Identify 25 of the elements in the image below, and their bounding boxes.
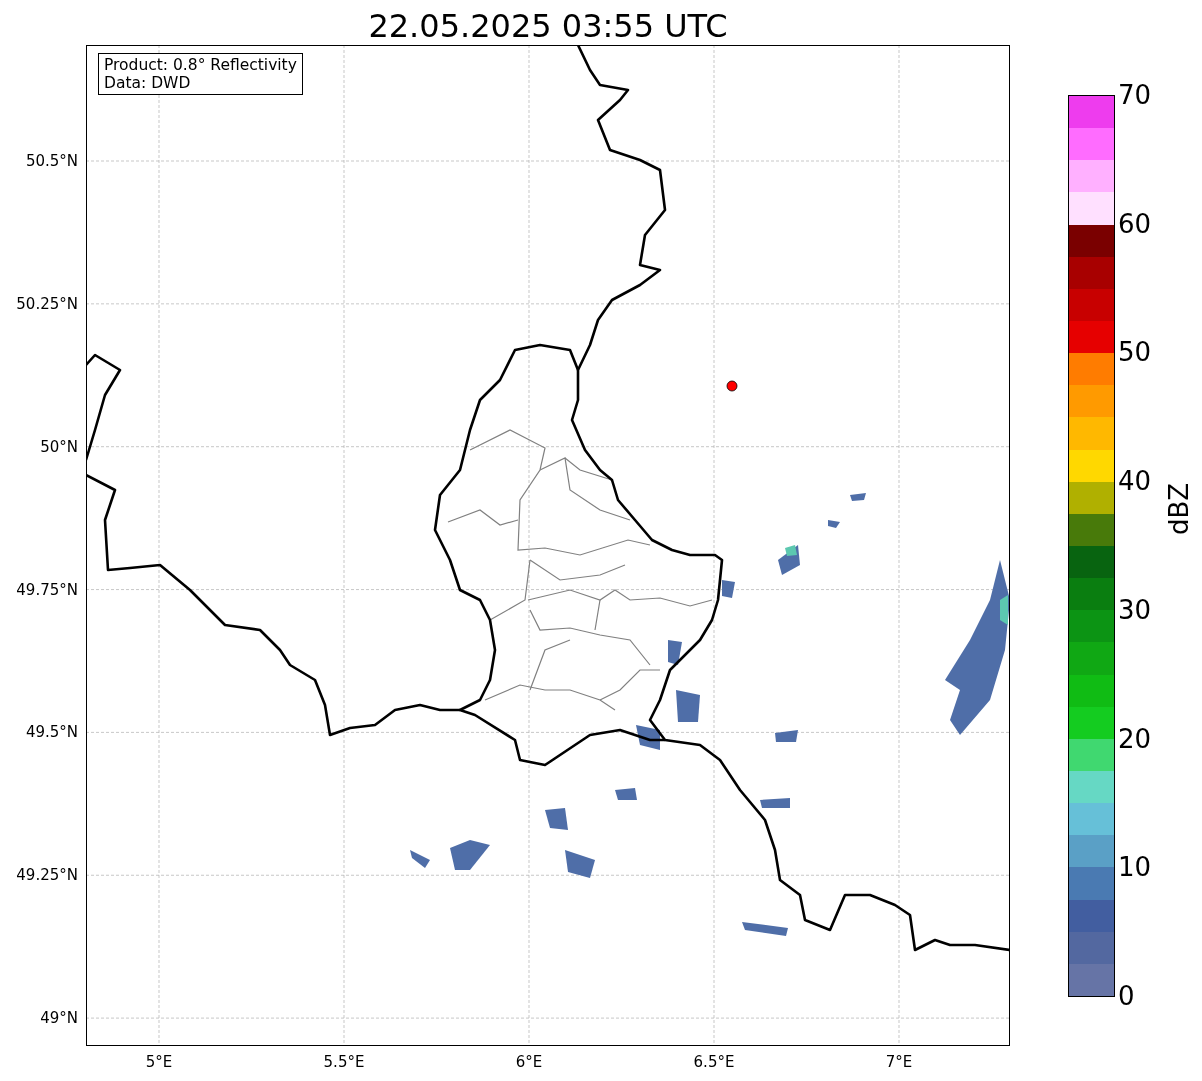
longitude-label: 7°E	[885, 1053, 913, 1071]
colorbar-tick-label: 20	[1118, 723, 1152, 754]
colorbar-tick-label: 0	[1118, 980, 1135, 1011]
colorbar-tick-label: 50	[1118, 337, 1152, 368]
chart-title: 22.05.2025 03:55 UTC	[367, 6, 729, 45]
colorbar-tick-label: 10	[1118, 852, 1152, 883]
colorbar-tick-label: 30	[1118, 594, 1152, 625]
colorbar-label: dBZ	[1164, 482, 1194, 535]
latitude-label: 50°N	[40, 437, 78, 456]
latitude-label: 50.5°N	[25, 152, 78, 170]
longitude-label: 5°E	[145, 1053, 173, 1071]
longitude-label: 6°E	[515, 1053, 543, 1071]
colorbar-tick-label: 70	[1118, 80, 1152, 110]
info-text: Data: DWD	[104, 74, 192, 92]
info-text: Product: 0.8° Reflectivity	[104, 56, 297, 74]
latitude-label: 49°N	[40, 1009, 78, 1028]
colorbar-tick-label: 40	[1118, 466, 1152, 497]
latitude-label: 49.5°N	[25, 723, 78, 742]
colorbar-tick-label: 60	[1118, 208, 1152, 239]
location-marker	[726, 380, 738, 392]
longitude-label: 6.5°E	[693, 1053, 735, 1071]
latitude-label: 50.25°N	[16, 294, 78, 313]
longitude-label: 5.5°E	[323, 1053, 365, 1071]
latitude-label: 49.75°N	[16, 580, 78, 599]
latitude-label: 49.25°N	[16, 866, 78, 885]
